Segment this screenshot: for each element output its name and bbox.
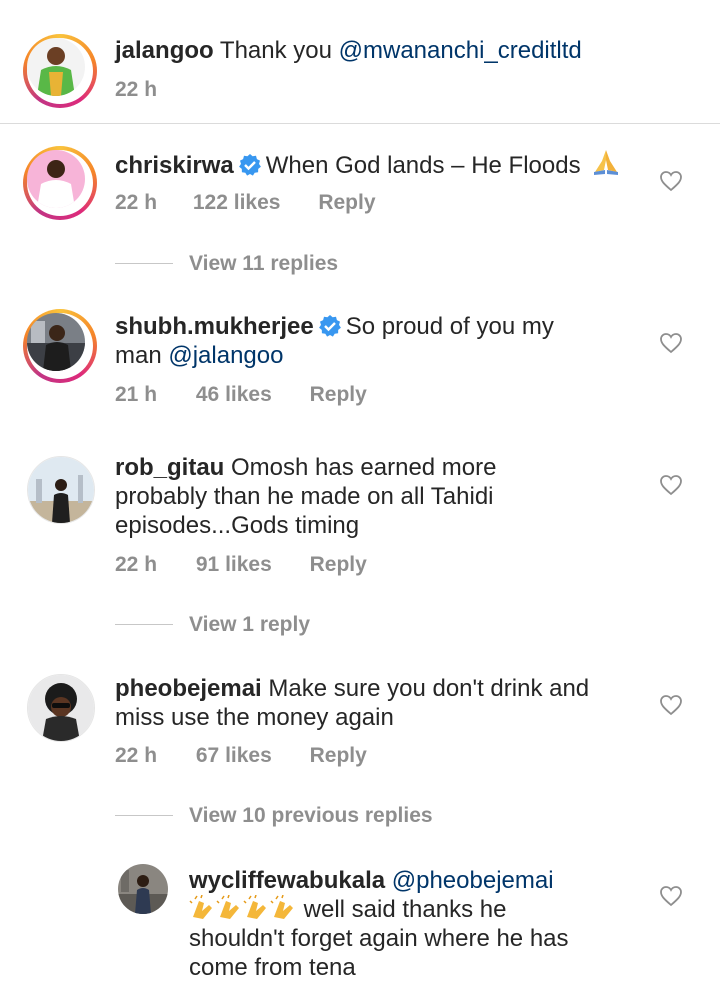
- comment-body: Omosh has earned more: [231, 454, 497, 481]
- comment-meta: 22 h: [115, 78, 157, 102]
- comment-body: miss use the money again: [115, 704, 394, 731]
- comment-meta: 21 h 46 likes Reply: [115, 383, 367, 407]
- likes-count[interactable]: 91 likes: [196, 553, 272, 577]
- folded-hands-icon: [594, 150, 619, 175]
- avatar-shubh-mukherjee[interactable]: [23, 309, 97, 383]
- avatar-wycliffewabukala[interactable]: [118, 864, 168, 914]
- divider: [0, 123, 720, 124]
- comment-body: Make sure you don't drink and: [268, 675, 590, 702]
- avatar-rob-gitau[interactable]: [27, 456, 95, 524]
- avatar-chriskirwa[interactable]: [23, 146, 97, 220]
- comment-body: shouldn't forget again where he has: [189, 925, 569, 952]
- heart-icon[interactable]: [659, 694, 683, 716]
- timestamp: 22 h: [115, 553, 158, 576]
- comment-meta: 22 h 91 likes Reply: [115, 553, 367, 577]
- avatar-jalangoo[interactable]: [23, 34, 97, 108]
- mention-link[interactable]: @jalangoo: [168, 342, 283, 369]
- heart-icon[interactable]: [659, 332, 683, 354]
- timestamp: 22 h: [115, 191, 158, 214]
- view-replies-line: [115, 815, 173, 816]
- heart-icon[interactable]: [659, 885, 683, 907]
- timestamp: 22 h: [115, 78, 158, 101]
- likes-count[interactable]: 67 likes: [196, 744, 272, 768]
- avatar-pheobejemai[interactable]: [27, 674, 95, 742]
- timestamp: 22 h: [115, 744, 158, 767]
- comment-text: shubh.mukherjee So proud of you my man @j…: [115, 312, 675, 370]
- verified-badge-icon: [318, 315, 341, 337]
- comment-meta: 22 h 67 likes Reply: [115, 744, 367, 768]
- comment-meta: 22 h 122 likes Reply: [115, 191, 376, 215]
- username[interactable]: rob_gitau: [115, 454, 224, 481]
- view-replies-button[interactable]: View 10 previous replies: [189, 804, 433, 828]
- heart-icon[interactable]: [659, 474, 683, 496]
- reply-button[interactable]: Reply: [310, 553, 367, 577]
- comment-body: Thank you: [219, 37, 339, 64]
- view-replies-button[interactable]: View 1 reply: [189, 613, 310, 637]
- reply-button[interactable]: Reply: [318, 191, 375, 215]
- view-replies-line: [115, 624, 173, 625]
- username[interactable]: pheobejemai: [115, 675, 262, 702]
- mention-link[interactable]: @mwananchi_creditltd: [339, 37, 582, 64]
- timestamp: 21 h: [115, 383, 158, 406]
- clapping-hands-icon: [189, 895, 304, 923]
- username[interactable]: wycliffewabukala: [189, 867, 385, 894]
- reply-button[interactable]: Reply: [310, 383, 367, 407]
- comment-text: rob_gitau Omosh has earned more probably…: [115, 453, 675, 540]
- comment-body: So proud of you my: [345, 313, 554, 340]
- view-replies-line: [115, 263, 173, 264]
- mention-link[interactable]: @pheobejemai: [392, 867, 554, 894]
- comment-body: come from tena: [189, 954, 356, 981]
- likes-count[interactable]: 122 likes: [193, 191, 281, 215]
- comment-body: well said thanks he: [303, 896, 507, 923]
- heart-icon[interactable]: [659, 170, 683, 192]
- comment-body: episodes...Gods timing: [115, 512, 360, 539]
- view-replies-button[interactable]: View 11 replies: [189, 252, 338, 276]
- comment-text: pheobejemai Make sure you don't drink an…: [115, 674, 675, 732]
- reply-button[interactable]: Reply: [310, 744, 367, 768]
- likes-count[interactable]: 46 likes: [196, 383, 272, 407]
- comment-body: man: [115, 342, 169, 369]
- comment-body: probably than he made on all Tahidi: [115, 483, 494, 510]
- username[interactable]: chriskirwa: [115, 152, 234, 179]
- username[interactable]: jalangoo: [115, 37, 214, 64]
- comment-text: chriskirwa When God lands – He Floods: [115, 148, 621, 180]
- comment-text: jalangoo Thank you @mwananchi_creditltd: [115, 36, 582, 65]
- comment-body: When God lands – He Floods: [265, 152, 581, 179]
- username[interactable]: shubh.mukherjee: [115, 313, 314, 340]
- verified-badge-icon: [238, 154, 261, 176]
- comment-text: wycliffewabukala @pheobejemai well said …: [189, 866, 669, 982]
